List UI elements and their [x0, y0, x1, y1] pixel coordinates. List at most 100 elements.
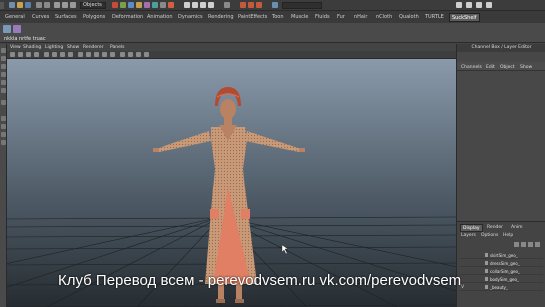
shelf-tab-polygons[interactable]: Polygons: [81, 13, 107, 22]
ipr-render-icon[interactable]: [248, 2, 254, 8]
layer-editor-toggle-icon[interactable]: [486, 2, 492, 8]
construction-history-icon[interactable]: [224, 2, 230, 8]
wireframe-icon[interactable]: [78, 52, 83, 57]
new-layer-selected-icon[interactable]: [535, 242, 540, 247]
last-tool-icon[interactable]: [1, 100, 6, 105]
layer-color-swatch[interactable]: [485, 269, 488, 273]
layer-tab-display[interactable]: Display: [460, 224, 483, 232]
xray-icon[interactable]: [128, 52, 133, 57]
shelf-tab-painteffects[interactable]: PaintEffects: [236, 13, 269, 22]
panel-menu-shading[interactable]: Shading: [23, 44, 41, 51]
resolution-gate-icon[interactable]: [60, 52, 65, 57]
redo-icon[interactable]: [44, 2, 50, 8]
input-line-icon[interactable]: [272, 2, 278, 8]
layer-color-swatch[interactable]: [485, 253, 488, 257]
shelf-tab-ncloth[interactable]: nCloth: [374, 13, 394, 22]
wireframe-on-shaded-icon[interactable]: [94, 52, 99, 57]
render-current-frame-icon[interactable]: [240, 2, 246, 8]
shadows-icon[interactable]: [120, 52, 125, 57]
new-layer-icon[interactable]: [528, 242, 533, 247]
layer-menu-layers[interactable]: Layers: [461, 233, 476, 238]
shelf-tab-nhair[interactable]: nHair: [352, 13, 369, 22]
layer-down-icon[interactable]: [521, 242, 526, 247]
layer-up-icon[interactable]: [514, 242, 519, 247]
shelf-menu-icon[interactable]: [3, 25, 11, 33]
layer-row[interactable]: bodySim_geo_: [459, 276, 543, 283]
gate-mask-icon[interactable]: [68, 52, 73, 57]
select-tool-icon[interactable]: [1, 48, 6, 53]
shelf-tab-muscle[interactable]: Muscle: [289, 13, 310, 22]
textured-icon[interactable]: [102, 52, 107, 57]
channel-box-toggle-icon[interactable]: [456, 2, 462, 8]
new-scene-icon[interactable]: [9, 2, 15, 8]
open-scene-icon[interactable]: [17, 2, 23, 8]
move-tool-icon[interactable]: [1, 72, 6, 77]
shelf-tab-toon[interactable]: Toon: [270, 13, 286, 22]
panel-menu-view[interactable]: View: [10, 44, 21, 51]
shelf-tab-turtle[interactable]: TURTLE: [423, 13, 446, 22]
shelf-tab-rendering[interactable]: Rendering: [206, 13, 236, 22]
layout-single-icon[interactable]: [1, 116, 6, 121]
smooth-shade-icon[interactable]: [86, 52, 91, 57]
input-line-field[interactable]: [282, 2, 322, 9]
grid-toggle-icon[interactable]: [44, 52, 49, 57]
shelf-tab-curves[interactable]: Curves: [30, 13, 51, 22]
camera-select-icon[interactable]: [10, 52, 15, 57]
selection-mask-dropdown[interactable]: Objects: [80, 2, 106, 9]
bookmark-icon[interactable]: [26, 52, 31, 57]
shelf-tab-dynamics[interactable]: Dynamics: [176, 13, 205, 22]
paint-select-tool-icon[interactable]: [1, 64, 6, 69]
save-scene-icon[interactable]: [25, 2, 31, 8]
panel-menu-panels[interactable]: Panels: [110, 44, 124, 51]
xray-joints-icon[interactable]: [136, 52, 141, 57]
channel-box-menu-object[interactable]: Object: [500, 65, 515, 70]
select-by-type-icon[interactable]: [112, 2, 118, 8]
undo-icon[interactable]: [36, 2, 42, 8]
lasso-tool-icon[interactable]: [1, 56, 6, 61]
snap-curve-icon[interactable]: [192, 2, 198, 8]
shelf-tab-general[interactable]: General: [3, 13, 27, 22]
snap-grid-icon[interactable]: [184, 2, 190, 8]
select-by-dynamics-icon[interactable]: [152, 2, 158, 8]
render-settings-icon[interactable]: [256, 2, 262, 8]
camera-attributes-icon[interactable]: [18, 52, 23, 57]
menu-set-arrow[interactable]: [0, 2, 4, 9]
panel-menu-show[interactable]: Show: [67, 44, 79, 51]
attribute-editor-toggle-icon[interactable]: [466, 2, 472, 8]
layer-row[interactable]: collarSim_geo_: [459, 268, 543, 275]
shelf-tab-suckshelf[interactable]: SuckShelf: [449, 13, 480, 22]
shelf-script-icon[interactable]: [13, 25, 21, 33]
shelf-tab-fluids[interactable]: Fluids: [313, 13, 332, 22]
image-plane-icon[interactable]: [34, 52, 39, 57]
isolate-select-icon[interactable]: [144, 52, 149, 57]
lights-icon[interactable]: [110, 52, 115, 57]
select-by-curve-icon[interactable]: [136, 2, 142, 8]
snap-point-icon[interactable]: [200, 2, 206, 8]
select-component-icon[interactable]: [70, 2, 76, 8]
select-by-misc-icon[interactable]: [168, 2, 174, 8]
scene-view[interactable]: [7, 59, 456, 307]
shelf-tab-deformation[interactable]: Deformation: [110, 13, 145, 22]
layer-row[interactable]: skirtSim_geo_: [459, 252, 543, 259]
layout-four-icon[interactable]: [1, 124, 6, 129]
tool-settings-toggle-icon[interactable]: [476, 2, 482, 8]
layer-tab-render[interactable]: Render: [485, 224, 505, 232]
select-by-deformer-icon[interactable]: [144, 2, 150, 8]
select-hierarchy-icon[interactable]: [54, 2, 60, 8]
rotate-tool-icon[interactable]: [1, 80, 6, 85]
select-by-render-icon[interactable]: [160, 2, 166, 8]
layer-row[interactable]: V _beauty_: [459, 284, 543, 291]
layer-row[interactable]: dressSim_geo_: [459, 260, 543, 267]
select-by-joint-icon[interactable]: [128, 2, 134, 8]
select-object-icon[interactable]: [62, 2, 68, 8]
shelf-tab-animation[interactable]: Animation: [145, 13, 175, 22]
channel-box-menu-show[interactable]: Show: [520, 65, 532, 70]
film-gate-icon[interactable]: [52, 52, 57, 57]
layer-color-swatch[interactable]: [485, 261, 488, 265]
layer-visibility[interactable]: V: [461, 285, 464, 290]
shelf-tab-surfaces[interactable]: Surfaces: [53, 13, 79, 22]
snap-surface-icon[interactable]: [208, 2, 214, 8]
shelf-tab-qualoth[interactable]: Qualoth: [397, 13, 421, 22]
panel-menu-lighting[interactable]: Lighting: [45, 44, 63, 51]
panel-menu-renderer[interactable]: Renderer: [83, 44, 104, 51]
